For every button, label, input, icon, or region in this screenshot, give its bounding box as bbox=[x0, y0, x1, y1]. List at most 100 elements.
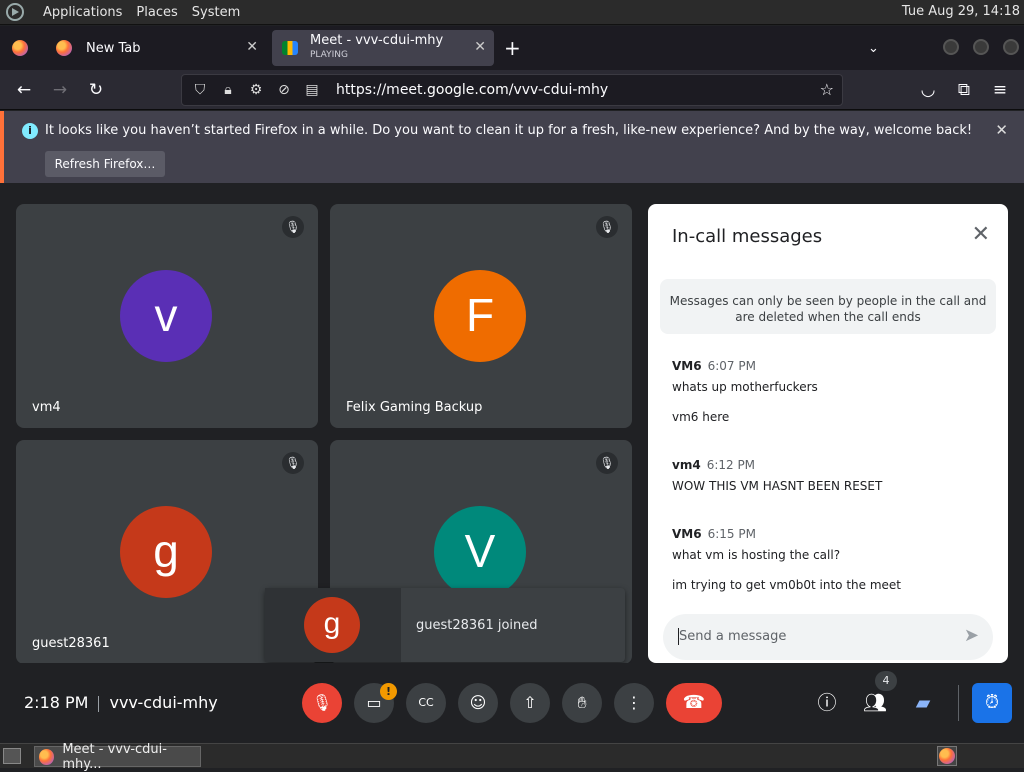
info-icon: ⓘ bbox=[817, 692, 837, 714]
message-header: vm4 6:12 PM bbox=[672, 458, 755, 472]
info-icon: i bbox=[22, 123, 38, 139]
alarm-clock-icon: ⏰︎ bbox=[984, 692, 1000, 713]
meeting-info: 2:18 PM vvv-cdui-mhy bbox=[24, 693, 218, 712]
maximize-window-button[interactable] bbox=[973, 39, 989, 55]
firefox-view-button[interactable] bbox=[6, 30, 36, 66]
send-message-input[interactable]: Send a message ➤ bbox=[663, 614, 993, 660]
notice-line: Messages can only be seen by people in t… bbox=[669, 294, 987, 308]
chat-button[interactable]: ▰ bbox=[905, 685, 941, 721]
system-taskbar: Meet - vvv-cdui-mhy... bbox=[0, 742, 1024, 772]
phone-hangup-icon: ☎︎ bbox=[682, 692, 706, 713]
avatar: g bbox=[120, 506, 212, 598]
message-time: 6:12 PM bbox=[706, 458, 756, 472]
participant-tile-felix[interactable]: 🎙︎ F Felix Gaming Backup bbox=[330, 204, 632, 428]
present-icon: ⇧ bbox=[523, 693, 537, 712]
plus-icon: + bbox=[504, 36, 521, 60]
url-text[interactable]: https://meet.google.com/vvv-cdui-mhy bbox=[336, 82, 608, 98]
divider bbox=[98, 695, 100, 712]
tray-firefox-icon[interactable] bbox=[937, 746, 957, 766]
send-icon[interactable]: ➤ bbox=[964, 625, 979, 646]
avatar: g bbox=[304, 597, 360, 653]
captions-icon: CC bbox=[418, 696, 434, 709]
url-path: /vvv-cdui-mhy bbox=[508, 82, 609, 98]
notice-line: are deleted when the call ends bbox=[735, 310, 921, 324]
bookmark-star-icon[interactable]: ☆ bbox=[820, 80, 834, 99]
raise-hand-button[interactable]: ✋︎ bbox=[562, 683, 602, 723]
refresh-firefox-button[interactable]: Refresh Firefox… bbox=[45, 151, 165, 177]
captions-button[interactable]: CC bbox=[406, 683, 446, 723]
pocket-icon[interactable]: ◡ bbox=[917, 79, 939, 101]
message-sender: VM6 bbox=[672, 527, 702, 541]
permissions-icon[interactable]: ⚙ bbox=[246, 82, 266, 98]
new-tab-button[interactable]: + bbox=[504, 30, 526, 66]
browser-tab-bar: New Tab ✕ Meet - vvv-cdui-mhy PLAYING ✕ … bbox=[0, 26, 1024, 70]
present-screen-button[interactable]: ⇧ bbox=[510, 683, 550, 723]
reactions-button[interactable]: ☺ bbox=[458, 683, 498, 723]
message-text: WOW THIS VM HASNT BEEN RESET bbox=[672, 479, 883, 493]
list-all-tabs-button[interactable]: ⌄ bbox=[868, 30, 890, 66]
leave-call-button[interactable]: ☎︎ bbox=[666, 683, 722, 723]
microphone-toggle-button[interactable]: 🎙︎ bbox=[302, 683, 342, 723]
tab-label: Meet - vvv-cdui-mhy bbox=[310, 33, 444, 48]
tab-new-tab[interactable]: New Tab ✕ bbox=[46, 30, 266, 66]
message-time: 6:15 PM bbox=[707, 527, 756, 541]
more-options-button[interactable]: ⋮ bbox=[614, 683, 654, 723]
close-tab-icon[interactable]: ✕ bbox=[474, 39, 486, 55]
meeting-details-button[interactable]: ⓘ bbox=[809, 685, 845, 721]
panel-title: In-call messages bbox=[672, 226, 823, 247]
divider bbox=[958, 685, 959, 721]
participant-tile-vm4[interactable]: 🎙︎ v vm4 bbox=[16, 204, 318, 428]
reload-icon[interactable]: ↻ bbox=[85, 79, 107, 101]
hamburger-menu-icon[interactable]: ≡ bbox=[989, 79, 1011, 101]
message-header: VM6 6:07 PM bbox=[672, 359, 756, 373]
more-vert-icon: ⋮ bbox=[626, 693, 642, 712]
participant-name: Felix Gaming Backup bbox=[346, 400, 483, 415]
menu-applications[interactable]: Applications bbox=[36, 5, 129, 20]
hand-icon: ✋︎ bbox=[577, 693, 587, 712]
reader-icon[interactable]: ▤ bbox=[302, 82, 322, 98]
close-panel-icon[interactable]: ✕ bbox=[972, 222, 990, 247]
extensions-icon[interactable]: ⧉ bbox=[953, 79, 975, 101]
participant-name: vm4 bbox=[32, 400, 61, 415]
firefox-icon bbox=[39, 748, 55, 765]
shield-icon[interactable]: ⛉ bbox=[190, 82, 210, 98]
tab-meet[interactable]: Meet - vvv-cdui-mhy PLAYING ✕ bbox=[272, 30, 494, 66]
back-arrow-icon[interactable]: ← bbox=[13, 79, 35, 101]
message-sender: vm4 bbox=[672, 458, 701, 472]
current-time: 2:18 PM bbox=[24, 693, 89, 712]
avatar: F bbox=[434, 270, 526, 362]
system-clock[interactable]: Tue Aug 29, 14:18 bbox=[902, 4, 1020, 19]
lock-icon[interactable]: 🔒︎ bbox=[218, 82, 238, 98]
close-window-button[interactable] bbox=[1003, 39, 1019, 55]
tab-label: New Tab bbox=[86, 40, 141, 56]
camera-blocked-icon[interactable]: ⊘ bbox=[274, 82, 294, 98]
message-time: 6:07 PM bbox=[707, 359, 756, 373]
system-logo-icon[interactable] bbox=[6, 3, 24, 21]
close-notification-icon[interactable]: ✕ bbox=[995, 121, 1008, 139]
url-prefix: https://meet. bbox=[336, 82, 427, 98]
message-text: what vm is hosting the call? bbox=[672, 548, 841, 562]
taskbar-window-button[interactable]: Meet - vvv-cdui-mhy... bbox=[34, 742, 201, 772]
notification-message: It looks like you haven’t started Firefo… bbox=[45, 123, 973, 138]
close-tab-icon[interactable]: ✕ bbox=[246, 39, 258, 55]
message-sender: VM6 bbox=[672, 359, 702, 373]
tab-playing-label: PLAYING bbox=[310, 50, 348, 60]
minimize-window-button[interactable] bbox=[943, 39, 959, 55]
mic-off-icon: 🎙︎ bbox=[596, 452, 618, 474]
message-header: VM6 6:15 PM bbox=[672, 527, 756, 541]
camera-off-icon: ▭ bbox=[366, 693, 382, 712]
menu-places[interactable]: Places bbox=[129, 5, 184, 20]
firefox-icon bbox=[939, 748, 955, 764]
message-text: im trying to get vm0b0t into the meet bbox=[672, 578, 901, 592]
taskbar-window-label: Meet - vvv-cdui-mhy... bbox=[62, 741, 167, 772]
activities-button[interactable]: ⏰︎ bbox=[972, 683, 1012, 723]
show-desktop-icon[interactable] bbox=[3, 748, 21, 764]
menu-system[interactable]: System bbox=[185, 5, 247, 20]
mic-off-icon: 🎙︎ bbox=[282, 452, 304, 474]
url-bar[interactable]: ⛉ 🔒︎ ⚙ ⊘ ▤ https://meet.google.com/vvv-c… bbox=[181, 74, 843, 106]
toast-avatar-area: g bbox=[265, 588, 401, 662]
message-text: vm6 here bbox=[672, 410, 730, 424]
mic-off-icon: 🎙︎ bbox=[311, 693, 333, 712]
firefox-refresh-notification: i It looks like you haven’t started Fire… bbox=[0, 111, 1024, 183]
forward-arrow-icon[interactable]: → bbox=[49, 79, 71, 101]
